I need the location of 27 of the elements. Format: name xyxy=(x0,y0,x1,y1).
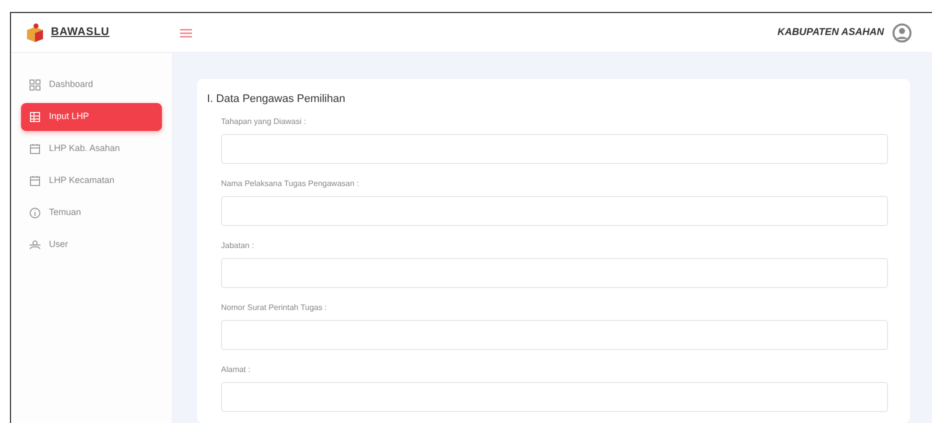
menu-icon[interactable] xyxy=(180,28,192,38)
input-field[interactable] xyxy=(221,196,888,226)
input-field[interactable] xyxy=(221,382,888,412)
brand-name: BAWASLU xyxy=(51,25,110,40)
field-label: Nomor Surat Perintah Tugas : xyxy=(221,302,328,314)
calendar-icon xyxy=(29,175,41,187)
form-title: I. Data Pengawas Pemilihan xyxy=(207,92,346,107)
sidebar-item[interactable]: Input LHP xyxy=(21,103,162,131)
field-label: Nama Pelaksana Tugas Pengawasan : xyxy=(221,178,360,190)
info-icon xyxy=(29,207,41,219)
sidebar-item[interactable]: LHP Kecamatan xyxy=(21,167,162,195)
user-name: KABUPATEN ASAHAN xyxy=(778,26,884,40)
sidebar-item[interactable]: Dashboard xyxy=(21,71,162,99)
sidebar-item[interactable]: Temuan xyxy=(21,199,162,227)
input-field[interactable] xyxy=(221,258,888,288)
input-field[interactable] xyxy=(221,134,888,164)
calendar-icon xyxy=(29,143,41,155)
sidebar-item[interactable]: User xyxy=(21,231,162,259)
avatar-icon[interactable] xyxy=(892,22,912,42)
users-icon xyxy=(29,239,41,251)
table-icon xyxy=(29,111,41,123)
field-label: Tahapan yang Diawasi : xyxy=(221,116,307,128)
grid-icon xyxy=(29,79,41,91)
field-label: Alamat : xyxy=(221,364,252,376)
sidebar-item[interactable]: LHP Kab. Asahan xyxy=(21,135,162,163)
field-label: Jabatan : xyxy=(221,240,255,252)
input-field[interactable] xyxy=(221,320,888,350)
